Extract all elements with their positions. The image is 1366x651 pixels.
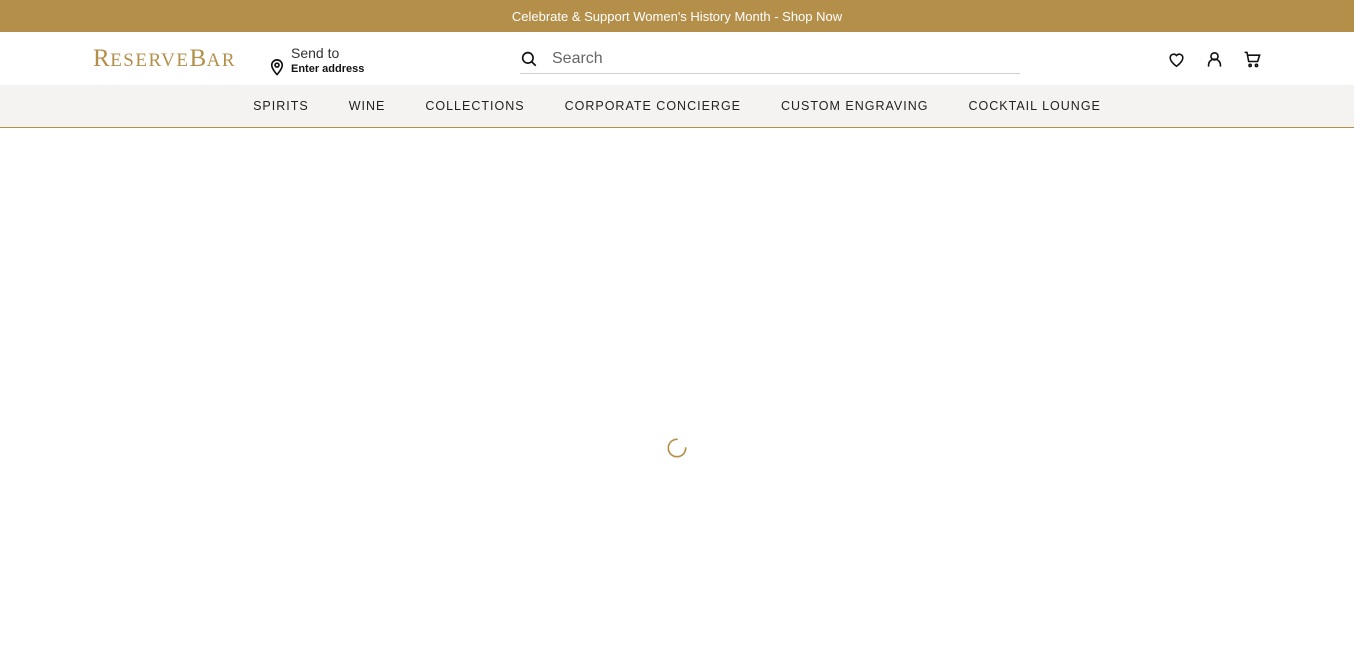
account-button[interactable] <box>1204 49 1224 69</box>
search-bar <box>520 44 1020 74</box>
search-input[interactable] <box>552 49 992 68</box>
search-icon[interactable] <box>520 50 538 68</box>
cart-icon <box>1244 51 1261 67</box>
nav-item-wine[interactable]: WINE <box>349 99 386 113</box>
cart-button[interactable] <box>1242 49 1262 69</box>
nav-item-collections[interactable]: COLLECTIONS <box>425 99 524 113</box>
reservebar-logo[interactable]: RESERVEBAR <box>93 45 236 75</box>
wishlist-button[interactable] <box>1166 49 1186 69</box>
heart-icon <box>1168 52 1184 67</box>
promo-banner[interactable]: Celebrate & Support Women's History Mont… <box>0 0 1354 32</box>
send-to-address: Enter address <box>291 63 365 75</box>
send-to-label: Send to <box>291 45 340 61</box>
main-nav: SPIRITS WINE COLLECTIONS CORPORATE CONCI… <box>0 85 1354 128</box>
loading-spinner-icon <box>667 438 687 458</box>
user-icon <box>1207 51 1221 67</box>
promo-text[interactable]: Celebrate & Support Women's History Mont… <box>512 9 842 24</box>
send-to-address-button[interactable]: Send to Enter address <box>268 44 378 78</box>
nav-item-spirits[interactable]: SPIRITS <box>253 99 309 113</box>
nav-item-custom-engraving[interactable]: CUSTOM ENGRAVING <box>781 99 929 113</box>
location-pin-icon <box>270 59 284 76</box>
page-scrollbar[interactable] <box>1354 0 1366 651</box>
nav-item-corporate-concierge[interactable]: CORPORATE CONCIERGE <box>565 99 741 113</box>
nav-item-cocktail-lounge[interactable]: COCKTAIL LOUNGE <box>969 99 1101 113</box>
site-header: RESERVEBAR Send to Enter address <box>0 32 1354 85</box>
